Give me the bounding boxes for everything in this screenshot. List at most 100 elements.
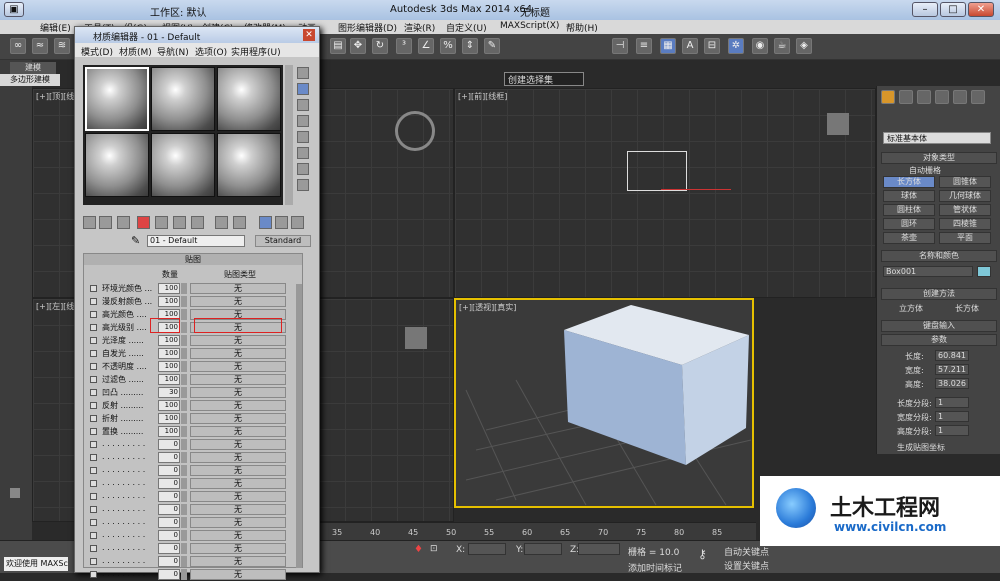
gen-map-checkbox[interactable]: 生成贴图坐标 <box>897 442 945 453</box>
create-tab-icon[interactable] <box>881 90 895 104</box>
map-row[interactable]: 凹凸 ......... 30 无 <box>84 386 304 399</box>
maps-scrollbar[interactable] <box>296 284 302 568</box>
map-amount-field[interactable]: 100 <box>158 348 180 359</box>
height-seg-field[interactable]: 1 <box>935 425 969 436</box>
map-amount-field[interactable]: 100 <box>158 426 180 437</box>
map-enable-checkbox[interactable] <box>90 298 97 305</box>
map-amount-field[interactable]: 0 <box>158 517 180 528</box>
map-enable-checkbox[interactable] <box>90 311 97 318</box>
map-row[interactable]: . . . . . . . . . 0无 <box>84 542 304 555</box>
map-amount-spinner[interactable] <box>181 283 187 294</box>
percent-snap-icon[interactable]: % <box>440 38 456 54</box>
make-unique-icon[interactable] <box>173 216 186 229</box>
go-to-parent-icon[interactable] <box>275 216 288 229</box>
map-row[interactable]: . . . . . . . . . 0无 <box>84 516 304 529</box>
material-name-field[interactable]: 01 - Default <box>147 235 245 247</box>
map-amount-spinner[interactable] <box>181 465 187 476</box>
menu-edit[interactable]: 编辑(E) <box>40 21 71 34</box>
map-amount-field[interactable]: 100 <box>158 374 180 385</box>
map-amount-spinner[interactable] <box>181 400 187 411</box>
slots-scrollbar[interactable] <box>285 65 293 205</box>
mat-menu-utilities[interactable]: 实用程序(U) <box>231 45 281 58</box>
x-coord-field[interactable] <box>468 543 506 555</box>
pyramid-button[interactable]: 四棱锥 <box>939 218 991 230</box>
map-row[interactable]: . . . . . . . . . 0无 <box>84 451 304 464</box>
menu-customize[interactable]: 自定义(U) <box>446 21 487 34</box>
sample-slot[interactable] <box>217 67 281 131</box>
make-copy-icon[interactable] <box>155 216 168 229</box>
key-icon[interactable]: ⚷ <box>698 547 707 561</box>
sample-slot[interactable] <box>85 67 149 131</box>
cylinder-button[interactable]: 圆柱体 <box>883 204 935 216</box>
map-amount-spinner[interactable] <box>181 543 187 554</box>
map-row[interactable]: 折射 ......... 100 无 <box>84 412 304 425</box>
box-button[interactable]: 长方体 <box>883 176 935 188</box>
ribbon-subtab-poly[interactable]: 多边形建模 <box>0 74 60 86</box>
map-amount-spinner[interactable] <box>181 361 187 372</box>
map-row[interactable]: 过滤色 ...... 100 无 <box>84 373 304 386</box>
cone-button[interactable]: 圆锥体 <box>939 176 991 188</box>
mat-menu-mode[interactable]: 模式(D) <box>81 45 113 58</box>
map-row[interactable]: 自发光 ...... 100 无 <box>84 347 304 360</box>
map-amount-spinner[interactable] <box>181 569 187 580</box>
bind-spacewarp-icon[interactable]: ≋ <box>54 38 70 54</box>
map-enable-checkbox[interactable] <box>90 545 97 552</box>
mirror-icon[interactable]: ⊣ <box>612 38 628 54</box>
map-amount-spinner[interactable] <box>181 517 187 528</box>
tube-button[interactable]: 管状体 <box>939 204 991 216</box>
name-color-rollout[interactable]: 名称和颜色 <box>881 250 997 262</box>
maximize-icon[interactable]: □ <box>940 2 966 17</box>
viewcube-top-icon[interactable] <box>395 111 435 151</box>
map-enable-checkbox[interactable] <box>90 337 97 344</box>
map-enable-checkbox[interactable] <box>90 519 97 526</box>
map-slot-button[interactable]: 无 <box>190 400 286 411</box>
map-amount-field[interactable]: 0 <box>158 491 180 502</box>
viewcube-left-icon[interactable] <box>405 327 427 349</box>
selection-set-dropdown[interactable]: 创建选择集 <box>504 72 584 86</box>
map-enable-checkbox[interactable] <box>90 350 97 357</box>
menu-help[interactable]: 帮助(H) <box>566 21 598 34</box>
maps-rollout-header[interactable]: 贴图 <box>84 254 302 265</box>
height-field[interactable]: 38.026 <box>935 378 969 389</box>
map-amount-spinner[interactable] <box>181 504 187 515</box>
method-box-radio[interactable]: 长方体 <box>955 303 979 314</box>
material-editor-title[interactable]: 材质编辑器 - 01 - Default <box>75 27 319 43</box>
map-amount-field[interactable]: 100 <box>158 335 180 346</box>
autogrid-label[interactable]: 自动栅格 <box>909 165 941 176</box>
auto-key-button[interactable]: 自动关键点 <box>724 545 769 558</box>
map-slot-button[interactable]: 无 <box>190 413 286 424</box>
material-editor-icon[interactable]: ◉ <box>752 38 768 54</box>
move-icon[interactable]: ✥ <box>350 38 366 54</box>
set-key-button[interactable]: 设置关键点 <box>724 559 769 572</box>
uv-tiling-icon[interactable] <box>297 115 309 127</box>
map-slot-button[interactable]: 无 <box>190 530 286 541</box>
map-slot-button[interactable]: 无 <box>190 543 286 554</box>
map-amount-spinner[interactable] <box>181 387 187 398</box>
edit-named-sel-icon[interactable]: ✎ <box>484 38 500 54</box>
map-row[interactable]: . . . . . . . . . 0无 <box>84 529 304 542</box>
pin-icon[interactable]: ♦ <box>414 544 423 555</box>
map-amount-field[interactable]: 100 <box>158 361 180 372</box>
select-name-icon[interactable]: ▤ <box>330 38 346 54</box>
map-amount-field[interactable]: 30 <box>158 387 180 398</box>
map-enable-checkbox[interactable] <box>90 415 97 422</box>
hierarchy-tab-icon[interactable] <box>917 90 931 104</box>
map-amount-field[interactable]: 100 <box>158 296 180 307</box>
map-row[interactable]: 反射 ......... 100 无 <box>84 399 304 412</box>
material-type-button[interactable]: Standard <box>255 235 311 247</box>
map-amount-spinner[interactable] <box>181 322 187 333</box>
eyedropper-icon[interactable]: ✎ <box>131 234 140 247</box>
timeline[interactable]: 35 40 45 50 55 60 65 70 75 80 85 <box>316 522 756 540</box>
render-setup-icon[interactable]: ☕ <box>774 38 790 54</box>
utilities-tab-icon[interactable] <box>971 90 985 104</box>
map-amount-field[interactable]: 0 <box>158 569 180 580</box>
sample-slot[interactable] <box>217 133 281 197</box>
map-slot-button[interactable]: 无 <box>190 569 286 580</box>
map-row[interactable]: . . . . . . . . . 0无 <box>84 555 304 568</box>
map-enable-checkbox[interactable] <box>90 532 97 539</box>
map-enable-checkbox[interactable] <box>90 441 97 448</box>
app-logo-icon[interactable]: ▣ <box>4 2 24 17</box>
show-map-icon[interactable] <box>233 216 246 229</box>
modify-tab-icon[interactable] <box>899 90 913 104</box>
map-slot-button[interactable]: 无 <box>190 296 286 307</box>
